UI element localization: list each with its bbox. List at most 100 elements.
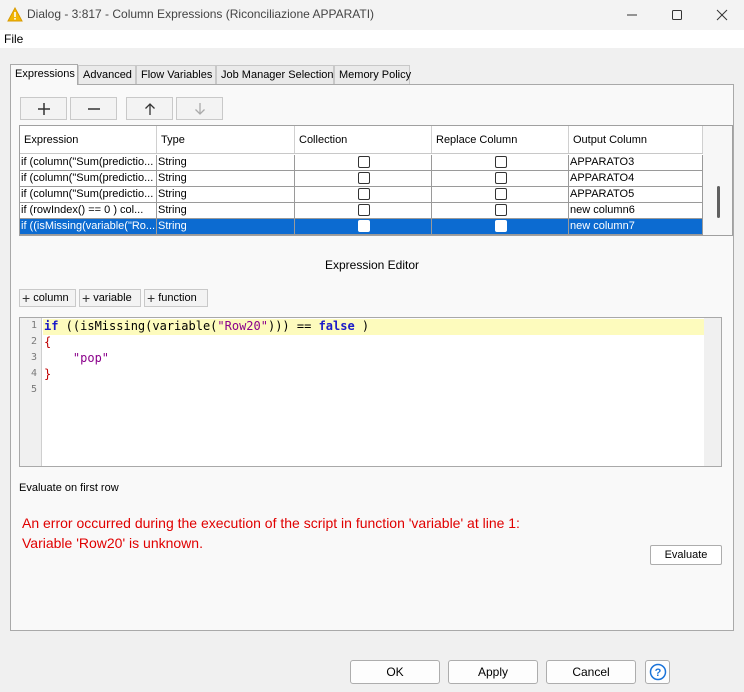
plus-icon (37, 102, 50, 115)
cell-expression[interactable]: if (column("Sum(predictio... (20, 155, 157, 170)
menu-bar: File (0, 30, 744, 48)
insert-variable-label: variable (93, 292, 132, 304)
error-message: An error occurred during the execution o… (22, 513, 520, 553)
move-up-button[interactable] (126, 97, 173, 120)
insert-variable-button[interactable]: + variable (79, 289, 141, 307)
collection-checkbox[interactable] (357, 204, 370, 216)
line-number: 1 (30, 320, 37, 331)
minimize-icon (627, 14, 637, 16)
cell-type[interactable]: String (157, 171, 295, 186)
cell-collection[interactable] (295, 155, 432, 170)
cell-expression[interactable]: if (column("Sum(predictio... (20, 187, 157, 202)
insert-column-label: column (33, 292, 69, 304)
line-number: 4 (30, 368, 37, 379)
column-header-expression[interactable]: Expression (20, 126, 157, 153)
cell-collection[interactable] (295, 171, 432, 186)
evaluate-button[interactable]: Evaluate (650, 545, 722, 565)
cell-type[interactable]: String (157, 187, 295, 202)
line-number: 3 (30, 352, 37, 363)
expressions-table: Expression Type Collection Replace Colum… (19, 125, 733, 236)
error-line-1: An error occurred during the execution o… (22, 515, 520, 531)
code-brace: } (44, 367, 52, 381)
expression-editor-title: Expression Editor (324, 258, 420, 272)
cell-expression[interactable]: if (column("Sum(predictio... (20, 171, 157, 186)
cell-replace-column[interactable] (432, 155, 569, 170)
collection-checkbox[interactable] (357, 188, 370, 200)
ok-button[interactable]: OK (350, 660, 440, 684)
cell-expression[interactable]: if ((isMissing(variable("Ro... (20, 219, 157, 234)
line-number: 5 (30, 384, 37, 395)
svg-text:?: ? (654, 667, 661, 679)
cell-expression[interactable]: if (rowIndex() == 0 ) col... (20, 203, 157, 218)
replace-column-checkbox[interactable] (494, 204, 507, 216)
cell-collection[interactable] (295, 203, 432, 218)
cell-output-column[interactable]: new column6 (569, 203, 703, 218)
insert-column-button[interactable]: + column (19, 289, 76, 307)
cell-replace-column[interactable] (432, 187, 569, 202)
cell-replace-column[interactable] (432, 219, 569, 234)
maximize-icon (672, 10, 682, 20)
cell-collection[interactable] (295, 219, 432, 234)
collection-checkbox[interactable] (357, 172, 370, 184)
cell-replace-column[interactable] (432, 203, 569, 218)
tab-memory-policy[interactable]: Memory Policy (334, 65, 411, 84)
cell-output-column[interactable]: APPARATO4 (569, 171, 703, 186)
cancel-button[interactable]: Cancel (546, 660, 636, 684)
line-number: 2 (30, 336, 37, 347)
cell-type[interactable]: String (157, 219, 295, 234)
cell-output-column[interactable]: new column7 (569, 219, 703, 234)
code-string: "pop" (72, 351, 110, 365)
insert-function-label: function (158, 292, 197, 304)
cell-output-column[interactable]: APPARATO3 (569, 155, 703, 170)
expressions-panel: Expression Type Collection Replace Colum… (10, 84, 734, 631)
tab-flow-variables[interactable]: Flow Variables (136, 65, 216, 84)
table-row[interactable]: if (column("Sum(predictio... String APPARA… (20, 155, 703, 171)
arrow-up-icon (144, 102, 155, 115)
replace-column-checkbox[interactable] (494, 188, 507, 200)
replace-column-checkbox[interactable] (494, 172, 507, 184)
column-header-replace-column[interactable]: Replace Column (432, 126, 569, 153)
column-header-type[interactable]: Type (157, 126, 295, 153)
table-row[interactable]: if (rowIndex() == 0 ) col... String new co… (20, 203, 703, 219)
column-header-output-column[interactable]: Output Column (569, 126, 703, 153)
table-scroll-thumb[interactable] (717, 186, 720, 218)
minimize-button[interactable] (609, 0, 655, 30)
table-row[interactable]: if (column("Sum(predictio... String APPARA… (20, 171, 703, 187)
table-scrollbar[interactable] (703, 126, 732, 235)
code-editor[interactable]: 1 2 3 4 5 if ((isMissing(variable("Row20… (19, 317, 722, 467)
collection-checkbox[interactable] (357, 156, 370, 168)
move-down-button[interactable] (176, 97, 223, 120)
replace-column-checkbox[interactable] (494, 220, 507, 232)
plus-icon: + (147, 290, 156, 306)
code-keyword: if (44, 319, 59, 333)
code-line-2: { (43, 335, 51, 351)
apply-button[interactable]: Apply (448, 660, 538, 684)
tab-advanced[interactable]: Advanced (78, 65, 136, 84)
tab-expressions[interactable]: Expressions (10, 64, 78, 85)
maximize-button[interactable] (654, 0, 700, 30)
add-expression-button[interactable] (20, 97, 67, 120)
close-icon (716, 9, 728, 21)
cell-replace-column[interactable] (432, 171, 569, 186)
replace-column-checkbox[interactable] (494, 156, 507, 168)
cell-output-column[interactable]: APPARATO5 (569, 187, 703, 202)
menu-file[interactable]: File (4, 32, 23, 46)
cell-type[interactable]: String (157, 155, 295, 170)
collection-checkbox[interactable] (357, 220, 370, 232)
column-header-collection[interactable]: Collection (295, 126, 432, 153)
table-row[interactable]: if ((isMissing(variable("Ro... String new … (20, 219, 703, 235)
insert-function-button[interactable]: + function (144, 289, 208, 307)
table-row[interactable]: if (column("Sum(predictio... String APPARA… (20, 187, 703, 203)
code-line-4: } (43, 367, 51, 383)
tab-job-manager-selection[interactable]: Job Manager Selection (216, 65, 334, 84)
remove-expression-button[interactable] (70, 97, 117, 120)
cell-collection[interactable] (295, 187, 432, 202)
editor-scrollbar[interactable] (704, 318, 721, 466)
code-brace: { (44, 335, 52, 349)
line-number-gutter: 1 2 3 4 5 (20, 318, 42, 466)
cell-type[interactable]: String (157, 203, 295, 218)
error-line-2: Variable 'Row20' is unknown. (22, 535, 203, 551)
help-button[interactable]: ? (645, 660, 670, 684)
close-button[interactable] (699, 0, 744, 30)
